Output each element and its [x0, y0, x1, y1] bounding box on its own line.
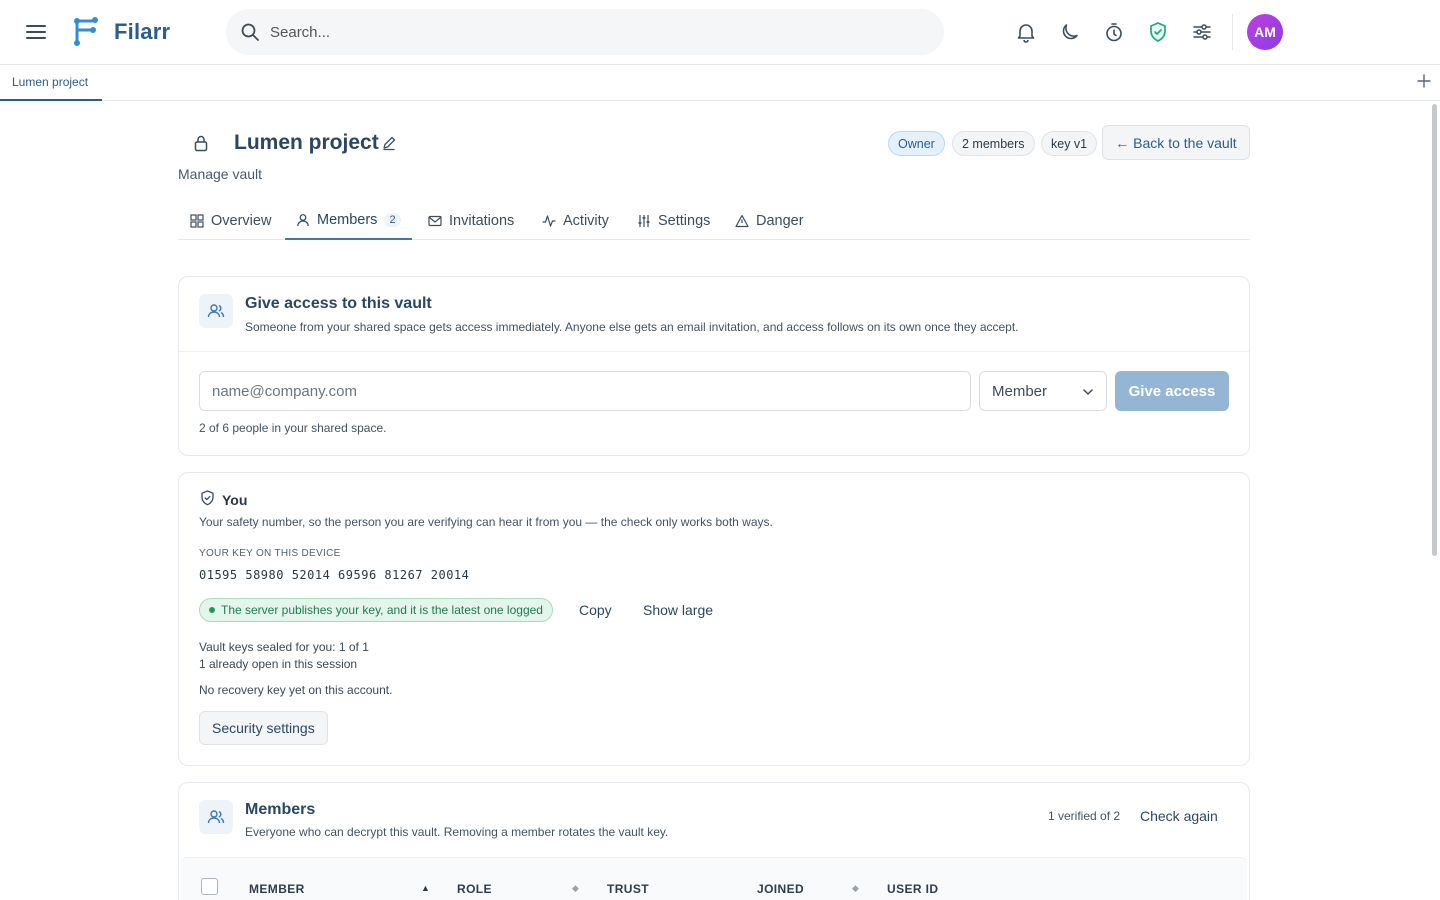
moon-icon[interactable] — [1058, 20, 1082, 44]
bell-icon[interactable] — [1014, 20, 1038, 44]
key-status-text: The server publishes your key, and it is… — [221, 603, 543, 617]
verified-count: 1 verified of 2 — [1048, 809, 1121, 823]
column-user-id: USER ID — [887, 882, 939, 896]
search-bar[interactable] — [226, 9, 944, 55]
tab-settings[interactable]: Settings — [637, 202, 710, 240]
role-badge: Owner — [888, 131, 945, 156]
tab-label: Activity — [563, 213, 609, 229]
warning-icon — [735, 214, 749, 228]
lock-icon — [193, 134, 209, 152]
chevron-down-icon — [1083, 389, 1093, 395]
column-member[interactable]: MEMBER — [249, 882, 305, 896]
grid-icon — [190, 214, 204, 228]
members-count-badge: 2 members — [952, 131, 1035, 156]
sort-icon[interactable]: ◆ — [852, 883, 859, 894]
role-select[interactable]: Member — [979, 371, 1107, 411]
key-status-badge: The server publishes your key, and it is… — [199, 598, 553, 622]
menu-icon[interactable] — [24, 21, 48, 43]
back-to-vault-button[interactable]: ← Back to the vault — [1102, 125, 1250, 160]
tab-strip: Lumen project — [0, 65, 1440, 101]
email-field[interactable] — [199, 371, 971, 411]
show-large-button[interactable]: Show large — [643, 602, 713, 618]
page-subtitle: Manage vault — [178, 166, 263, 182]
shield-icon — [200, 490, 215, 506]
members-card: Members Everyone who can decrypt this va… — [178, 782, 1250, 900]
users-icon — [199, 294, 233, 328]
safety-number: 01595 58980 52014 69596 81267 20014 — [199, 568, 470, 582]
tab-overview[interactable]: Overview — [190, 202, 271, 240]
search-icon — [240, 22, 260, 42]
give-access-description: Someone from your shared space gets acce… — [245, 320, 1019, 334]
tab-activity[interactable]: Activity — [542, 202, 609, 240]
you-title: You — [222, 492, 248, 508]
sliders-icon — [638, 215, 650, 227]
tab-label: Invitations — [449, 213, 515, 229]
search-input[interactable] — [270, 18, 910, 46]
card-divider — [179, 351, 1249, 352]
give-access-title: Give access to this vault — [245, 295, 432, 312]
sort-icon[interactable]: ◆ — [572, 883, 579, 894]
mail-icon — [428, 215, 442, 227]
shield-check-icon[interactable] — [1146, 20, 1170, 44]
members-title: Members — [245, 801, 316, 818]
tab-label: Settings — [658, 213, 711, 229]
members-table-header: MEMBER ▲ ROLE ◆ TRUST JOINED ◆ USER ID — [181, 857, 1247, 900]
sort-asc-icon[interactable]: ▲ — [421, 883, 430, 893]
app-name: Filarr — [114, 19, 171, 44]
tab-invitations[interactable]: Invitations — [428, 202, 514, 240]
edit-icon[interactable] — [381, 135, 397, 151]
section-tabs: Overview Members 2 Invitations Activity … — [178, 202, 1250, 240]
you-description: Your safety number, so the person you ar… — [199, 515, 773, 529]
activity-icon — [542, 215, 556, 227]
tab-members[interactable]: Members 2 — [285, 202, 412, 240]
header-divider — [1232, 14, 1233, 50]
members-count: 2 — [384, 213, 401, 227]
sealed-keys-line: Vault keys sealed for you: 1 of 1 — [199, 640, 369, 654]
column-joined[interactable]: JOINED — [757, 882, 804, 896]
status-dot — [209, 607, 215, 613]
copy-button[interactable]: Copy — [579, 602, 612, 618]
page-title: Lumen project — [234, 131, 379, 154]
check-again-button[interactable]: Check again — [1140, 808, 1218, 824]
user-icon — [297, 214, 309, 227]
scrollbar[interactable] — [1432, 104, 1437, 556]
recovery-key-line: No recovery key yet on this account. — [199, 683, 393, 697]
timer-icon[interactable] — [1102, 20, 1126, 44]
tab-label: Danger — [756, 213, 804, 229]
security-settings-button[interactable]: Security settings — [199, 711, 328, 745]
key-label: YOUR KEY ON THIS DEVICE — [199, 548, 341, 559]
you-card: You Your safety number, so the person yo… — [178, 472, 1250, 766]
plus-icon[interactable] — [1416, 73, 1432, 89]
tab-label: Members — [317, 212, 378, 228]
column-trust: TRUST — [607, 882, 649, 896]
tab-lumen-project[interactable]: Lumen project — [0, 65, 102, 101]
tab-danger[interactable]: Danger — [735, 202, 804, 240]
select-all-checkbox[interactable] — [201, 878, 218, 895]
top-bar: Filarr AM — [0, 0, 1440, 65]
sliders-icon[interactable] — [1190, 20, 1214, 44]
give-access-button[interactable]: Give access — [1115, 371, 1229, 411]
key-version-badge: key v1 — [1041, 131, 1098, 156]
open-keys-line: 1 already open in this session — [199, 657, 358, 671]
column-role[interactable]: ROLE — [457, 882, 492, 896]
users-icon — [199, 800, 233, 834]
avatar[interactable]: AM — [1247, 14, 1283, 50]
logo-icon — [72, 16, 100, 48]
shared-space-hint: 2 of 6 people in your shared space. — [199, 421, 387, 435]
tab-label: Overview — [211, 213, 272, 229]
give-access-card: Give access to this vault Someone from y… — [178, 276, 1250, 456]
members-description: Everyone who can decrypt this vault. Rem… — [245, 825, 669, 839]
role-select-value: Member — [992, 382, 1048, 400]
